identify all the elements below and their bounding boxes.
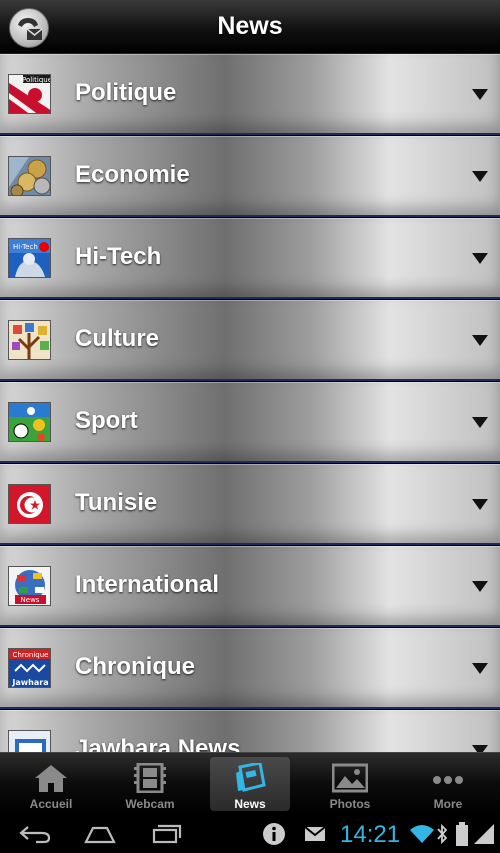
list-item-politique[interactable]: Politique Politique: [0, 54, 500, 135]
wifi-icon: [410, 825, 434, 843]
category-list[interactable]: Politique Politique Economie Hi-Tech Hi-…: [0, 54, 500, 752]
svg-text:Chronique: Chronique: [13, 651, 49, 659]
economie-thumbnail: [8, 156, 51, 196]
list-item-hitech[interactable]: Hi-Tech Hi-Tech: [0, 218, 500, 299]
svg-text:Hi-Tech: Hi-Tech: [13, 243, 38, 251]
chevron-down-icon: [472, 89, 488, 100]
category-label: Politique: [75, 79, 177, 106]
category-label: International: [75, 571, 220, 598]
list-item-international[interactable]: News International: [0, 546, 500, 627]
gmail-icon: [304, 826, 326, 841]
news-icon: [236, 763, 266, 792]
category-label: Hi-Tech: [75, 243, 162, 270]
list-item-economie[interactable]: Economie: [0, 136, 500, 217]
politique-thumbnail: Politique: [8, 74, 51, 114]
photos-icon: [332, 763, 368, 793]
svg-text:Jawhara: Jawhara: [11, 678, 48, 687]
svg-text:Politique: Politique: [22, 76, 51, 84]
category-label: Economie: [75, 161, 190, 188]
chronique-thumbnail: Chronique Jawhara: [8, 648, 51, 688]
more-dots-icon: [433, 776, 463, 784]
tunisie-flag-thumbnail: [8, 484, 51, 524]
status-clock: 14:21: [340, 821, 401, 848]
list-item-sport[interactable]: Sport: [0, 382, 500, 463]
international-thumbnail: News: [8, 566, 51, 606]
chevron-down-icon: [472, 253, 488, 264]
chevron-down-icon: [472, 335, 488, 346]
culture-thumbnail: [8, 320, 51, 360]
action-bar: News: [0, 0, 500, 54]
chevron-down-icon: [472, 417, 488, 428]
chevron-down-icon: [472, 499, 488, 510]
chevron-down-icon: [472, 745, 488, 752]
battery-icon: [456, 822, 468, 846]
list-item-tunisie[interactable]: Tunisie: [0, 464, 500, 545]
bottom-tab-bar: Accueil Webcam News Photos More: [0, 752, 500, 814]
system-navigation-bar: 14:21: [0, 814, 500, 853]
jawhara-news-thumbnail: [8, 730, 51, 752]
category-label: Sport: [75, 407, 138, 434]
svg-text:News: News: [21, 596, 40, 604]
chevron-down-icon: [472, 581, 488, 592]
category-label: Tunisie: [75, 489, 158, 516]
tab-more[interactable]: More: [408, 757, 488, 811]
tab-news[interactable]: News: [210, 757, 290, 811]
bluetooth-icon: [437, 824, 448, 844]
page-title: News: [217, 12, 283, 40]
list-item-culture[interactable]: Culture: [0, 300, 500, 381]
hitech-thumbnail: Hi-Tech: [8, 238, 51, 278]
list-item-jawhara-news[interactable]: Jawhara News: [0, 710, 500, 752]
category-label: Chronique: [75, 653, 195, 680]
info-icon[interactable]: [262, 822, 286, 846]
film-icon: [134, 763, 166, 793]
chevron-down-icon: [472, 171, 488, 182]
home-icon: [35, 765, 67, 792]
chevron-down-icon: [472, 663, 488, 674]
category-label: Jawhara News: [75, 735, 241, 752]
category-label: Culture: [75, 325, 159, 352]
tab-webcam[interactable]: Webcam: [110, 757, 190, 811]
tab-photos[interactable]: Photos: [310, 757, 390, 811]
list-item-chronique[interactable]: Chronique Jawhara Chronique: [0, 628, 500, 709]
sport-thumbnail: [8, 402, 51, 442]
recent-apps-icon[interactable]: [150, 824, 184, 844]
home-nav-icon[interactable]: [83, 824, 117, 844]
signal-icon: [474, 824, 494, 844]
tab-accueil[interactable]: Accueil: [11, 757, 91, 811]
back-icon[interactable]: [18, 824, 52, 844]
